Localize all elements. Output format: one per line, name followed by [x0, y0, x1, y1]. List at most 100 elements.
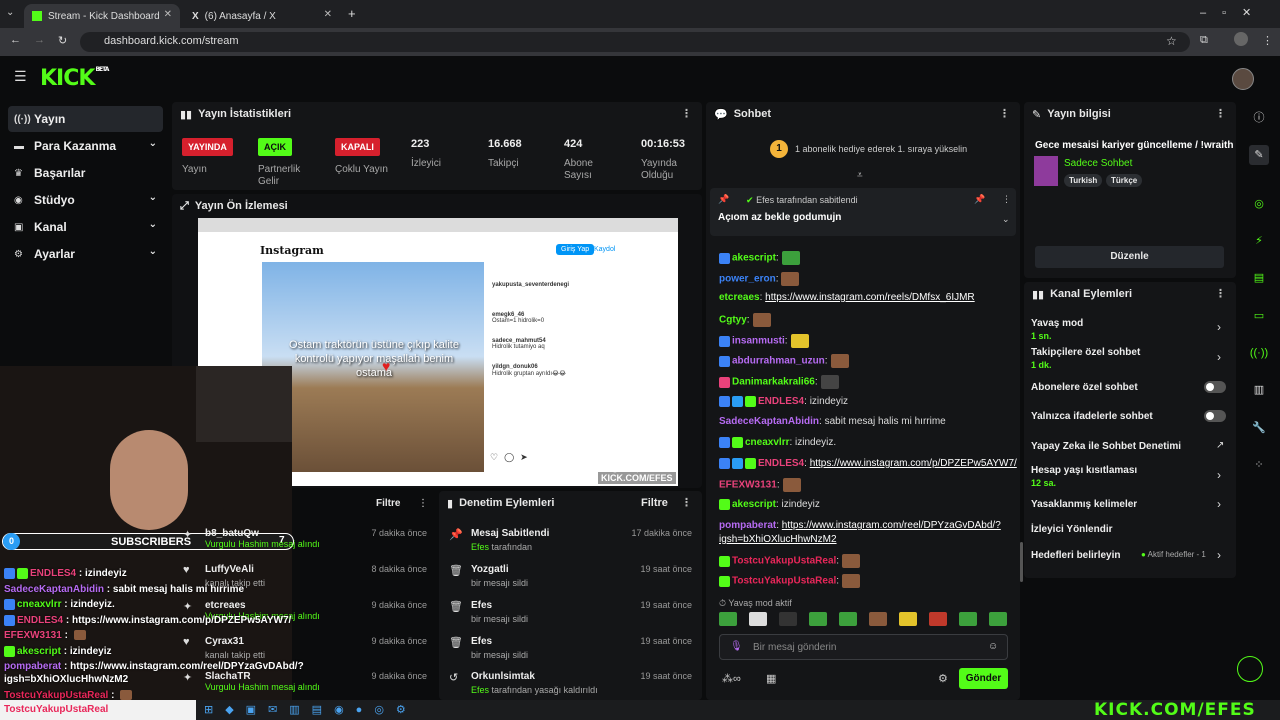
- chat-input[interactable]: 🎙 Bir mesaj gönderin ☺: [719, 634, 1008, 660]
- wrench-icon[interactable]: 🔧: [1249, 418, 1269, 438]
- filter-chevron-icon[interactable]: ⩡: [857, 170, 863, 181]
- emote[interactable]: [929, 612, 947, 626]
- chevron-right-icon[interactable]: ›: [1217, 548, 1221, 562]
- kick-header: ☰ KICKBETA: [0, 56, 1280, 100]
- user-avatar[interactable]: [1232, 68, 1254, 90]
- back-icon[interactable]: ←: [10, 34, 21, 46]
- emote[interactable]: [779, 612, 797, 626]
- emote-chat-toggle[interactable]: [1204, 410, 1226, 422]
- chevron-down-icon[interactable]: ⌄: [1002, 214, 1010, 225]
- chevron-right-icon[interactable]: ›: [1217, 320, 1221, 334]
- layout-icon[interactable]: ▥: [1249, 380, 1269, 400]
- chevron-right-icon[interactable]: ›: [1217, 350, 1221, 364]
- emote[interactable]: [809, 612, 827, 626]
- browser-menu-icon[interactable]: ⋮: [1262, 34, 1273, 47]
- emote[interactable]: [839, 612, 857, 626]
- broadcast-icon[interactable]: ((·)): [1249, 343, 1269, 363]
- emote[interactable]: [749, 612, 767, 626]
- moderation-item: ↺ Orkunlsimtak Efes tarafından yasağı kald…: [449, 671, 692, 695]
- action-izleyici-yonlendir[interactable]: İzleyici Yönlendir: [1031, 524, 1113, 535]
- chat-link[interactable]: igsh=bXhiOXlucHhwNzM2: [719, 534, 837, 545]
- subscriber-chat-toggle[interactable]: [1204, 381, 1226, 393]
- sidebar-item-studyo[interactable]: ◉ Stüdyo ⌄: [8, 187, 163, 213]
- chat-settings-icon[interactable]: ⚙: [938, 672, 948, 685]
- mic-icon[interactable]: 🎙: [730, 641, 743, 652]
- hamburger-menu-icon[interactable]: ☰: [14, 68, 27, 85]
- taskbar-search[interactable]: TostcuYakupUstaReal: [0, 700, 196, 720]
- emote[interactable]: [719, 612, 737, 626]
- chevron-right-icon[interactable]: ›: [1217, 468, 1221, 482]
- sidebar-item-ayarlar[interactable]: ⚙ Ayarlar ⌄: [8, 241, 163, 267]
- emote: [842, 554, 861, 568]
- category-link[interactable]: Sadece Sohbet: [1064, 158, 1132, 169]
- sidebar-item-para-kazanma[interactable]: ▬ Para Kazanma ⌄: [8, 133, 163, 159]
- action-yasakli-kelimeler[interactable]: Yasaklanmış kelimeler: [1031, 499, 1137, 510]
- tab-list-icon[interactable]: ⌄: [6, 7, 14, 18]
- tag-chip[interactable]: Turkish: [1064, 174, 1103, 187]
- document-icon[interactable]: ▤: [1249, 268, 1269, 288]
- taskbar-apps[interactable]: ⊞◆▣✉▥▤◉●◎⚙: [204, 703, 418, 716]
- emote: [782, 478, 801, 492]
- chevron-right-icon[interactable]: ›: [1217, 497, 1221, 511]
- filter-button[interactable]: Filtre: [376, 498, 400, 509]
- preview-controls[interactable]: ▣▣⛶⚙: [556, 462, 658, 476]
- tag-chip[interactable]: Türkçe: [1106, 174, 1143, 187]
- new-tab-icon[interactable]: +: [348, 6, 356, 21]
- more-icon[interactable]: ⋮: [681, 107, 692, 120]
- info-icon[interactable]: ⓘ: [1249, 108, 1269, 128]
- edit-icon[interactable]: ✎: [1249, 145, 1269, 165]
- action-yavas-mod[interactable]: Yavaş mod 1 sn.: [1031, 318, 1083, 341]
- action-ai-denetim[interactable]: Yapay Zeka ile Sohbet Denetimi: [1031, 441, 1181, 452]
- extensions-icon[interactable]: ⧉: [1200, 34, 1208, 47]
- window-controls[interactable]: –▫✕: [1200, 6, 1267, 19]
- chat-points-icon[interactable]: ⁂∞: [722, 672, 741, 685]
- emoji-icon[interactable]: ☺: [988, 641, 998, 652]
- send-button[interactable]: Gönder: [959, 668, 1008, 689]
- sidebar-item-basarilar[interactable]: ♛ Başarılar: [8, 160, 163, 186]
- chat-link[interactable]: https://www.instagram.com/reel/DPYzaGvDA…: [782, 520, 1001, 531]
- more-icon[interactable]: ⋮: [999, 107, 1010, 120]
- edit-button[interactable]: Düzenle: [1035, 246, 1224, 268]
- close-icon[interactable]: ✕: [164, 9, 172, 20]
- chat-link[interactable]: https://www.instagram.com/p/DPZEPw5AYW7/: [810, 458, 1017, 469]
- chat-icon[interactable]: ▭: [1249, 306, 1269, 326]
- emote[interactable]: [899, 612, 917, 626]
- stat-abone: 424 Abone Sayısı: [564, 138, 604, 182]
- sidebar-item-yayin[interactable]: ((·)) Yayın: [8, 106, 163, 132]
- chat-scrollbar[interactable]: [1020, 542, 1023, 582]
- emote-bar[interactable]: [719, 612, 1011, 628]
- forward-icon[interactable]: →: [34, 34, 45, 46]
- store-icon[interactable]: ▦: [766, 672, 776, 685]
- tab-x[interactable]: X (6) Anasayfa / X ✕: [184, 4, 340, 28]
- unpin-icon[interactable]: 📌: [974, 194, 985, 205]
- more-icon[interactable]: ⋮: [1002, 194, 1011, 205]
- chat-link[interactable]: https://www.instagram.com/reels/DMfsx_6I…: [765, 292, 975, 303]
- kick-logo[interactable]: KICKBETA: [40, 66, 109, 91]
- camera-icon[interactable]: ◎: [1249, 194, 1269, 214]
- tab-kick-dashboard[interactable]: Stream - Kick Dashboard ✕: [24, 4, 180, 28]
- filter-button[interactable]: Filtre: [641, 497, 668, 509]
- panel-title: Yayın Ön İzlemesi: [194, 200, 288, 212]
- more-icon[interactable]: ⋮: [681, 496, 692, 509]
- more-icon[interactable]: ⋮: [418, 498, 428, 509]
- bolt-icon[interactable]: ⚡: [1249, 231, 1269, 251]
- sidebar: ((·)) Yayın ▬ Para Kazanma ⌄ ♛ Başarılar ◉ St…: [0, 100, 170, 360]
- bookmark-star-icon[interactable]: ☆: [1166, 34, 1177, 48]
- emote[interactable]: [869, 612, 887, 626]
- external-link-icon[interactable]: ↗: [1216, 440, 1224, 451]
- sidebar-item-kanal[interactable]: ▣ Kanal ⌄: [8, 214, 163, 240]
- action-takipci-sohbet[interactable]: Takipçilere özel sohbet 1 dk.: [1031, 347, 1140, 370]
- address-bar[interactable]: dashboard.kick.com/stream: [80, 32, 1190, 52]
- emote[interactable]: [959, 612, 977, 626]
- more-icon[interactable]: ⋮: [1215, 107, 1226, 120]
- action-hedefler[interactable]: Hedefleri belirleyin: [1031, 550, 1120, 561]
- chat-message: power_eron:: [719, 272, 800, 286]
- action-hesap-yasi[interactable]: Hesap yaşı kısıtlaması 12 sa.: [1031, 465, 1137, 488]
- profile-avatar[interactable]: [1234, 32, 1248, 46]
- emote[interactable]: [989, 612, 1007, 626]
- reload-icon[interactable]: ↻: [58, 34, 67, 47]
- close-icon[interactable]: ✕: [324, 9, 332, 20]
- more-icon[interactable]: ⋮: [1215, 287, 1226, 300]
- apps-icon[interactable]: ⁘: [1249, 455, 1269, 475]
- broadcast-icon: ((·)): [14, 113, 31, 125]
